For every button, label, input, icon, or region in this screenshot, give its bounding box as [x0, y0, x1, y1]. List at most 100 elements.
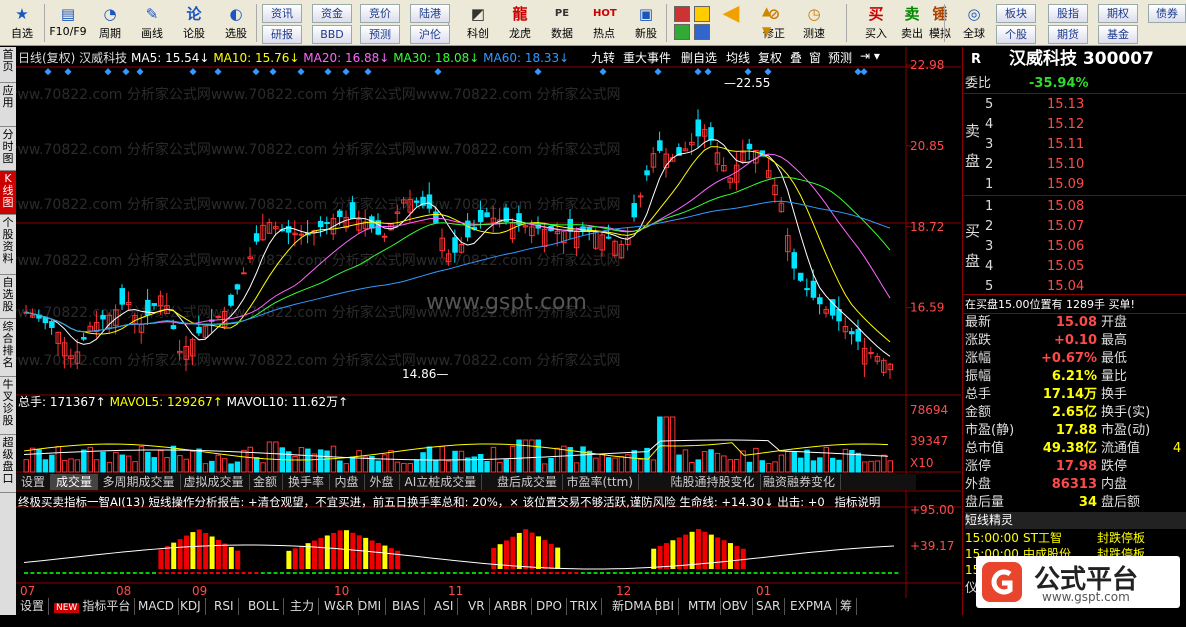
toolbar-button[interactable]: HOT 热点 [584, 2, 624, 44]
indicator-tab[interactable]: KDJ [176, 598, 206, 615]
sell-price[interactable]: 15.10 [1047, 156, 1084, 173]
grid-button[interactable]: 板块 [996, 4, 1036, 23]
layout-icon[interactable] [694, 24, 710, 40]
volume-tab[interactable]: 多周期成交量 [98, 474, 181, 490]
indicator-tab[interactable]: SAR [752, 598, 786, 615]
grid-button[interactable]: 陆港 [410, 4, 450, 23]
layout-icon[interactable] [674, 24, 690, 40]
layout-icon[interactable] [694, 6, 710, 22]
chart-tool[interactable]: 预测 [828, 49, 852, 66]
volume-tab[interactable]: 金额 [248, 474, 284, 490]
chart-tool[interactable]: 叠 [790, 49, 802, 66]
left-tab[interactable]: 自选股 [0, 275, 16, 319]
stepper-icon[interactable]: ▼ [762, 24, 778, 40]
toolbar-button[interactable]: 买买入 [856, 2, 896, 44]
grid-button[interactable]: 竞价 [360, 4, 400, 23]
left-tab[interactable]: K线图 [0, 171, 16, 215]
volume-tab[interactable]: 外盘 [365, 474, 400, 490]
layout-icon[interactable] [674, 6, 690, 22]
chart-tool[interactable]: 九转 [591, 49, 615, 66]
volume-tab[interactable]: 市盈率(ttm) [562, 474, 639, 490]
indicator-tab[interactable]: MTM [684, 598, 722, 615]
volume-tab[interactable]: AI立桩成交量 [400, 474, 483, 490]
toolbar-button[interactable]: ◎ 全球 [954, 2, 994, 44]
left-tab[interactable]: 综合排名 [0, 319, 16, 377]
event-marker[interactable] [269, 68, 277, 76]
event-marker[interactable] [122, 68, 130, 76]
indicator-tab[interactable]: BIAS [388, 598, 425, 615]
indicator-tab[interactable]: ASI [430, 598, 459, 615]
event-marker[interactable] [214, 68, 222, 76]
indicator-tab[interactable]: 设置 [16, 598, 50, 615]
toolbar-button[interactable]: ▤ F10/F9 [48, 2, 88, 44]
left-tab[interactable]: 超级盘口 [0, 435, 16, 493]
volume-tab[interactable]: 虚拟成交量 [179, 474, 250, 490]
grid-button[interactable]: 预测 [360, 25, 400, 44]
buy-price[interactable]: 15.06 [1047, 238, 1084, 255]
indicator-tab[interactable]: DPO [532, 598, 567, 615]
toolbar-button[interactable]: 论论股 [174, 2, 214, 44]
toolbar-button[interactable]: ◐ 选股 [216, 2, 256, 44]
event-marker[interactable] [342, 68, 350, 76]
toolbar-button[interactable]: 龍龙虎 [500, 2, 540, 44]
indicator-tab[interactable]: MACD [134, 598, 179, 615]
toolbar-button[interactable]: PE 数据 [542, 2, 582, 44]
pin-icon[interactable]: ⇥ ▾ [860, 49, 880, 63]
event-marker[interactable] [324, 68, 332, 76]
event-marker[interactable] [534, 68, 542, 76]
volume-tab[interactable]: 内盘 [330, 474, 365, 490]
grid-button[interactable]: 债券 [1148, 4, 1186, 23]
sell-price[interactable]: 15.12 [1047, 116, 1084, 133]
event-marker[interactable] [599, 68, 607, 76]
indicator-tab[interactable]: 筹 [836, 598, 858, 615]
buy-price[interactable]: 15.08 [1047, 198, 1084, 215]
event-marker[interactable] [297, 68, 305, 76]
indicator-tab[interactable]: DMI [354, 598, 387, 615]
volume-tab[interactable]: 设置 [16, 474, 52, 490]
sell-price[interactable]: 15.13 [1047, 96, 1084, 113]
sell-price[interactable]: 15.09 [1047, 176, 1084, 193]
event-marker[interactable] [694, 68, 702, 76]
event-marker[interactable] [44, 68, 52, 76]
toolbar-button[interactable]: ◔ 周期 [90, 2, 130, 44]
grid-button[interactable]: 期货 [1048, 25, 1088, 44]
grid-button[interactable]: 研报 [262, 25, 302, 44]
left-tab[interactable]: 分时图 [0, 127, 16, 171]
indicator-tab[interactable]: EXPMA [786, 598, 837, 615]
left-tab[interactable]: 牛叉诊股 [0, 377, 16, 435]
toolbar-button[interactable]: ★ 自选 [2, 2, 42, 44]
arrow-left-button[interactable]: ◀ [716, 2, 746, 44]
chart-tool[interactable]: 窗 [809, 49, 821, 66]
indicator-tab[interactable]: TRIX [566, 598, 603, 615]
grid-button[interactable]: BBD [312, 25, 352, 44]
grid-button[interactable]: 期权 [1098, 4, 1138, 23]
toolbar-button[interactable]: ◷ 测速 [794, 2, 834, 44]
volume-tab[interactable]: 盘后成交量 [492, 474, 564, 490]
grid-button[interactable]: 资金 [312, 4, 352, 23]
buy-price[interactable]: 15.05 [1047, 258, 1084, 275]
event-marker[interactable] [252, 68, 260, 76]
left-tab[interactable]: 应用 [0, 83, 16, 127]
event-marker[interactable] [364, 68, 372, 76]
feed-stock[interactable]: ST工智 [1023, 530, 1062, 547]
volume-tab[interactable]: 融资融券变化 [758, 474, 842, 490]
volume-tab[interactable]: 换手率 [283, 474, 331, 490]
toolbar-button[interactable]: ✎ 画线 [132, 2, 172, 44]
indicator-tab[interactable]: BBI [650, 598, 680, 615]
event-marker[interactable] [704, 68, 712, 76]
buy-price[interactable]: 15.07 [1047, 218, 1084, 235]
buy-price[interactable]: 15.04 [1047, 278, 1084, 295]
chart-tool[interactable]: 重大事件 [623, 49, 671, 66]
indicator-tab[interactable]: BOLL [244, 598, 284, 615]
event-marker[interactable] [860, 68, 868, 76]
volume-tab[interactable]: 陆股通持股变化 [666, 474, 761, 490]
event-marker[interactable] [64, 68, 72, 76]
event-marker[interactable] [654, 68, 662, 76]
toolbar-button[interactable]: ▣ 新股 [626, 2, 666, 44]
left-tab[interactable]: 首页 [0, 47, 16, 83]
chart-tool[interactable]: 均线 [726, 49, 750, 66]
sell-price[interactable]: 15.11 [1047, 136, 1084, 153]
grid-button[interactable]: 资讯 [262, 4, 302, 23]
stepper-icon[interactable]: ▲ [762, 4, 778, 20]
left-tab[interactable]: 个股资料 [0, 215, 16, 275]
